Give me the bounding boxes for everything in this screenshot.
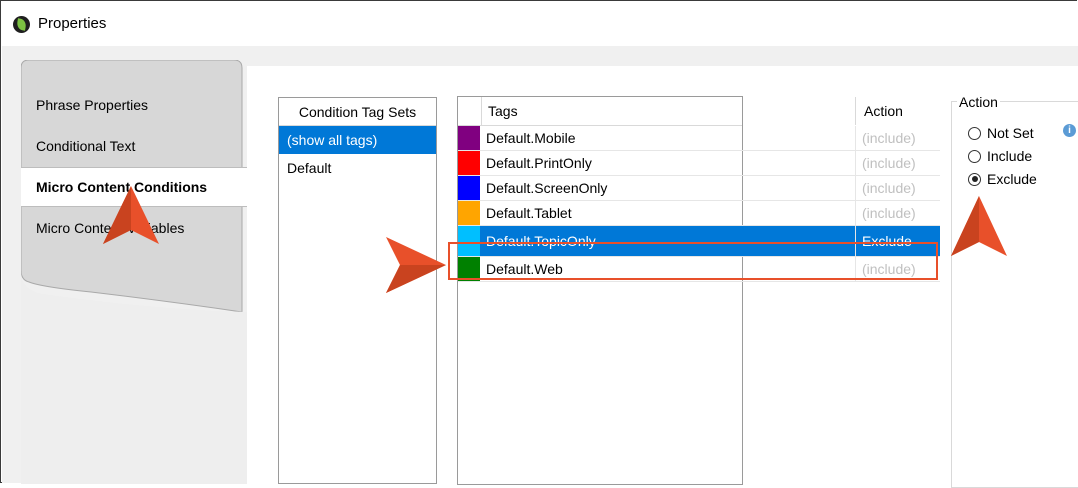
tags-column-header[interactable]: Tags — [481, 97, 854, 125]
tag-color-swatch — [458, 257, 480, 281]
tag-set-show-all[interactable]: (show all tags) — [279, 126, 436, 154]
dialog-body: Phrase Properties Conditional Text Micro… — [2, 46, 1078, 488]
radio-not-set[interactable]: Not Set — [968, 123, 1034, 143]
tag-color-swatch — [458, 126, 480, 150]
tag-action: Exclude — [855, 226, 940, 256]
tag-color-swatch — [458, 176, 480, 200]
radio-not-set-label: Not Set — [987, 125, 1034, 141]
tab-micro-content-variables[interactable]: Micro Content Variables — [21, 208, 248, 248]
radio-not-set-circle[interactable] — [968, 126, 981, 140]
tag-name: Default.Tablet — [486, 205, 572, 221]
tag-color-swatch — [458, 201, 480, 225]
tag-color-swatch — [458, 226, 480, 256]
tag-action: (include) — [855, 176, 940, 200]
color-column-header — [458, 97, 482, 125]
radio-exclude-circle[interactable] — [968, 172, 981, 186]
radio-include[interactable]: Include — [968, 146, 1032, 166]
tag-name: Default.ScreenOnly — [486, 180, 608, 196]
action-groupbox-legend: Action — [957, 94, 1000, 110]
tag-color-swatch — [458, 151, 480, 175]
tag-action: (include) — [855, 257, 940, 281]
table-row[interactable]: Default.ScreenOnly (include) — [458, 176, 940, 201]
table-row[interactable]: Default.PrintOnly (include) — [458, 151, 940, 176]
tag-action: (include) — [855, 201, 940, 225]
radio-include-circle[interactable] — [968, 149, 981, 163]
radio-exclude-label: Exclude — [987, 171, 1037, 187]
tags-grid-header: Tags Action — [458, 97, 903, 126]
vertical-tabs: Phrase Properties Conditional Text Micro… — [21, 60, 252, 484]
window-title: Properties — [38, 15, 107, 32]
tab-phrase-properties[interactable]: Phrase Properties — [21, 85, 248, 125]
table-row-selected[interactable]: Default.TopicOnly Exclude — [458, 226, 940, 257]
title-bar: Properties — [2, 2, 1078, 46]
tag-set-default[interactable]: Default — [279, 154, 436, 182]
properties-window: Properties Phrase Properties Conditional… — [0, 0, 1078, 488]
action-column-header[interactable]: Action — [855, 97, 940, 125]
tag-sets-header: Condition Tag Sets — [279, 98, 436, 126]
table-row[interactable]: Default.Tablet (include) — [458, 201, 940, 226]
tag-name: Default.Web — [486, 261, 563, 277]
tag-name: Default.Mobile — [486, 130, 576, 146]
tab-conditional-text[interactable]: Conditional Text — [21, 126, 248, 166]
condition-tag-sets-list[interactable]: Condition Tag Sets (show all tags) Defau… — [278, 97, 437, 484]
tag-name: Default.PrintOnly — [486, 155, 592, 171]
tags-grid[interactable]: Tags Action Default.Mobile (include) Def… — [457, 96, 940, 485]
table-row[interactable]: Default.Mobile (include) — [458, 126, 940, 151]
tag-action: (include) — [855, 126, 940, 150]
radio-exclude[interactable]: Exclude — [968, 169, 1037, 189]
app-leaf-icon — [13, 16, 30, 33]
radio-include-label: Include — [987, 148, 1033, 164]
tab-micro-content-conditions[interactable]: Micro Content Conditions — [21, 167, 252, 207]
info-icon[interactable]: i — [1063, 124, 1076, 137]
tag-action: (include) — [855, 151, 940, 175]
tag-name: Default.TopicOnly — [486, 233, 596, 249]
tab-page: Condition Tag Sets (show all tags) Defau… — [247, 66, 1078, 488]
table-row[interactable]: Default.Web (include) — [458, 257, 940, 282]
